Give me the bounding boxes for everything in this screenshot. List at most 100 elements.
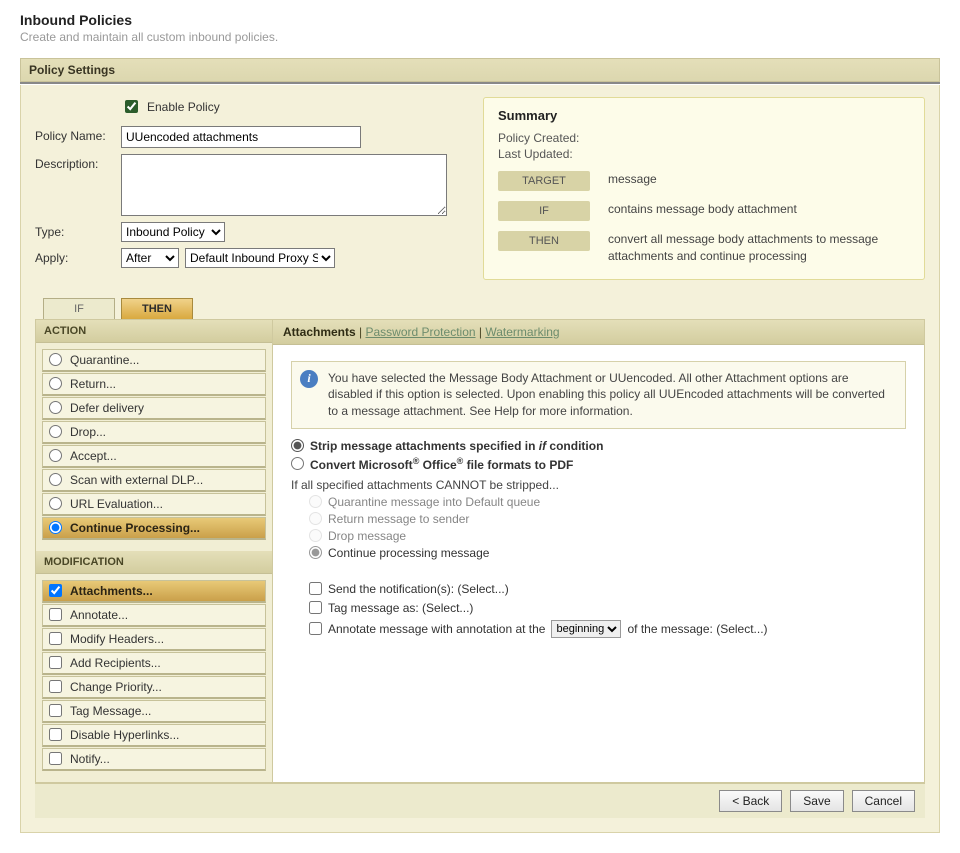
- sub-return-label: Return message to sender: [328, 512, 469, 526]
- mod-label-5: Tag Message...: [70, 704, 151, 718]
- action-label-6: URL Evaluation...: [70, 497, 163, 511]
- action-label-5: Scan with external DLP...: [70, 473, 203, 487]
- summary-target-value: message: [608, 171, 910, 188]
- enable-policy-label: Enable Policy: [147, 100, 220, 114]
- tab-if[interactable]: IF: [43, 298, 115, 319]
- strip-label: Strip message attachments specified in i…: [310, 439, 603, 453]
- action-option-5[interactable]: Scan with external DLP...: [42, 469, 266, 492]
- action-radio-1[interactable]: [49, 377, 62, 390]
- policy-settings-header: Policy Settings: [20, 58, 940, 82]
- action-label-2: Defer delivery: [70, 401, 144, 415]
- action-radio-6[interactable]: [49, 497, 62, 510]
- mod-option-1[interactable]: Annotate...: [42, 604, 266, 627]
- sub-continue-radio[interactable]: [309, 546, 322, 559]
- page-title: Inbound Policies: [20, 12, 940, 28]
- action-label-1: Return...: [70, 377, 116, 391]
- save-button[interactable]: Save: [790, 790, 843, 812]
- nav-attachments[interactable]: Attachments: [283, 325, 356, 339]
- enable-policy-checkbox[interactable]: [125, 100, 138, 113]
- mod-option-2[interactable]: Modify Headers...: [42, 628, 266, 651]
- action-radio-3[interactable]: [49, 425, 62, 438]
- summary-created-label: Policy Created:: [498, 131, 910, 145]
- sub-continue-label: Continue processing message: [328, 546, 489, 560]
- annotate-position-select[interactable]: beginning: [551, 620, 621, 638]
- mod-option-5[interactable]: Tag Message...: [42, 700, 266, 723]
- sub-drop-label: Drop message: [328, 529, 406, 543]
- action-option-1[interactable]: Return...: [42, 373, 266, 396]
- mod-label-3: Add Recipients...: [70, 656, 161, 670]
- action-radio-2[interactable]: [49, 401, 62, 414]
- action-option-2[interactable]: Defer delivery: [42, 397, 266, 420]
- type-label: Type:: [35, 222, 121, 239]
- type-select[interactable]: Inbound Policy: [121, 222, 225, 242]
- summary-if-pill: IF: [498, 201, 590, 221]
- policy-name-input[interactable]: [121, 126, 361, 148]
- tag-label: Tag message as: (Select...): [328, 601, 473, 615]
- summary-updated-label: Last Updated:: [498, 147, 910, 161]
- mod-checkbox-7[interactable]: [49, 752, 62, 765]
- sub-drop-radio: [309, 529, 322, 542]
- mod-option-3[interactable]: Add Recipients...: [42, 652, 266, 675]
- info-text: You have selected the Message Body Attac…: [328, 371, 885, 419]
- info-box: i You have selected the Message Body Att…: [291, 361, 906, 429]
- action-option-4[interactable]: Accept...: [42, 445, 266, 468]
- mod-label-2: Modify Headers...: [70, 632, 164, 646]
- action-label-0: Quarantine...: [70, 353, 139, 367]
- cannot-strip-label: If all specified attachments CANNOT be s…: [291, 478, 906, 492]
- mod-option-4[interactable]: Change Priority...: [42, 676, 266, 699]
- mod-checkbox-4[interactable]: [49, 680, 62, 693]
- convert-label: Convert Microsoft® Office® file formats …: [310, 456, 573, 472]
- cancel-button[interactable]: Cancel: [852, 790, 915, 812]
- mod-option-6[interactable]: Disable Hyperlinks...: [42, 724, 266, 747]
- action-option-3[interactable]: Drop...: [42, 421, 266, 444]
- annotate-label-part1: Annotate message with annotation at the: [328, 622, 545, 636]
- modification-header: MODIFICATION: [36, 551, 272, 574]
- summary-panel: Summary Policy Created: Last Updated: TA…: [483, 97, 925, 280]
- action-label-3: Drop...: [70, 425, 106, 439]
- action-option-0[interactable]: Quarantine...: [42, 349, 266, 372]
- notify-checkbox[interactable]: [309, 582, 322, 595]
- tag-checkbox[interactable]: [309, 601, 322, 614]
- convert-radio[interactable]: [291, 457, 304, 470]
- notify-label: Send the notification(s): (Select...): [328, 582, 509, 596]
- mod-checkbox-1[interactable]: [49, 608, 62, 621]
- back-button[interactable]: < Back: [719, 790, 782, 812]
- sub-return-radio: [309, 512, 322, 525]
- nav-password-protection[interactable]: Password Protection: [365, 325, 475, 339]
- action-radio-5[interactable]: [49, 473, 62, 486]
- action-label-4: Accept...: [70, 449, 117, 463]
- mod-checkbox-2[interactable]: [49, 632, 62, 645]
- tab-then[interactable]: THEN: [121, 298, 193, 319]
- description-label: Description:: [35, 154, 121, 171]
- mod-checkbox-0[interactable]: [49, 584, 62, 597]
- annotate-label-part2: of the message: (Select...): [627, 622, 767, 636]
- summary-title: Summary: [498, 108, 910, 123]
- action-label-7: Continue Processing...: [70, 521, 200, 535]
- apply-to-select[interactable]: Default Inbound Proxy S/M: [185, 248, 335, 268]
- action-option-6[interactable]: URL Evaluation...: [42, 493, 266, 516]
- info-icon: i: [300, 370, 318, 388]
- mod-option-0[interactable]: Attachments...: [42, 580, 266, 603]
- nav-watermarking[interactable]: Watermarking: [485, 325, 559, 339]
- action-radio-0[interactable]: [49, 353, 62, 366]
- mod-label-7: Notify...: [70, 752, 110, 766]
- mod-label-0: Attachments...: [70, 584, 153, 598]
- strip-radio[interactable]: [291, 439, 304, 452]
- mod-checkbox-5[interactable]: [49, 704, 62, 717]
- action-radio-4[interactable]: [49, 449, 62, 462]
- mod-option-7[interactable]: Notify...: [42, 748, 266, 771]
- description-textarea[interactable]: [121, 154, 447, 216]
- policy-name-label: Policy Name:: [35, 126, 121, 143]
- summary-then-pill: THEN: [498, 231, 590, 251]
- mod-checkbox-3[interactable]: [49, 656, 62, 669]
- action-option-7[interactable]: Continue Processing...: [42, 517, 266, 540]
- apply-when-select[interactable]: After: [121, 248, 179, 268]
- mod-checkbox-6[interactable]: [49, 728, 62, 741]
- annotate-checkbox[interactable]: [309, 622, 322, 635]
- action-radio-7[interactable]: [49, 521, 62, 534]
- sub-quarantine-label: Quarantine message into Default queue: [328, 495, 540, 509]
- summary-if-value: contains message body attachment: [608, 201, 910, 218]
- mod-label-6: Disable Hyperlinks...: [70, 728, 179, 742]
- action-header: ACTION: [36, 320, 272, 343]
- summary-then-value: convert all message body attachments to …: [608, 231, 910, 265]
